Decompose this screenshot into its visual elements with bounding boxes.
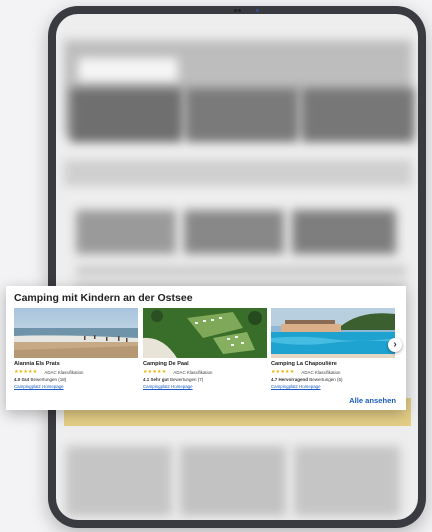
review-score: 4.0 Gut Bewertungen (18) (14, 377, 67, 382)
blurred-block (180, 446, 286, 516)
blurred-image (70, 88, 182, 142)
campsite-name: Camping La Chapoulière (271, 361, 337, 367)
homepage-link[interactable]: Campingplatz Homepage (143, 384, 267, 389)
campsite-card[interactable]: Camping La Chapoulière ★★★★★ ADAC Klassi… (271, 308, 395, 389)
aerial-campsite-photo[interactable] (143, 308, 267, 358)
review-score: 4.1 Sehr gut Bewertungen (7) (143, 377, 204, 382)
camping-carousel-card: Camping mit Kindern an der Ostsee Alanni… (6, 286, 406, 410)
campsite-card[interactable]: Alannia Els Prats ★★★★★ ADAC Klassifikat… (14, 308, 138, 389)
homepage-link[interactable]: Campingplatz Homepage (271, 384, 395, 389)
blurred-page-background (56, 14, 418, 520)
blurred-block (66, 446, 172, 516)
blurred-image (302, 88, 414, 142)
blurred-bar (64, 160, 412, 186)
homepage-link[interactable]: Campingplatz Homepage (14, 384, 138, 389)
classification-label: ADAC Klassifikation (301, 369, 341, 375)
campsite-card[interactable]: Camping De Paal ★★★★★ ADAC Klassifikatio… (143, 308, 267, 389)
tablet-frame (48, 6, 426, 528)
camera-lens (256, 9, 259, 12)
campsite-name: Camping De Paal (143, 361, 189, 367)
blurred-image (76, 210, 176, 254)
blurred-block (294, 446, 400, 516)
blurred-image (184, 210, 284, 254)
star-rating-icon: ★★★★★ (271, 369, 295, 375)
classification-label: ADAC Klassifikation (44, 369, 84, 375)
section-title: Camping mit Kindern an der Ostsee (14, 292, 193, 304)
beach-photo[interactable] (14, 308, 138, 358)
pool-photo[interactable] (271, 308, 395, 358)
camera-dot (234, 9, 237, 12)
blurred-line (76, 266, 406, 276)
review-score: 4.7 Hervorragend Bewertungen (5) (271, 377, 343, 382)
chevron-right-icon[interactable]: › (388, 338, 402, 352)
camera-dot (238, 9, 241, 12)
campsite-name: Alannia Els Prats (14, 361, 60, 367)
classification-label: ADAC Klassifikation (173, 369, 213, 375)
blurred-image (292, 210, 396, 254)
view-all-link[interactable]: Alle ansehen (349, 396, 396, 405)
blurred-search (78, 58, 178, 82)
star-rating-icon: ★★★★★ (14, 369, 38, 375)
star-rating-icon: ★★★★★ (143, 369, 167, 375)
blurred-image (186, 88, 298, 142)
